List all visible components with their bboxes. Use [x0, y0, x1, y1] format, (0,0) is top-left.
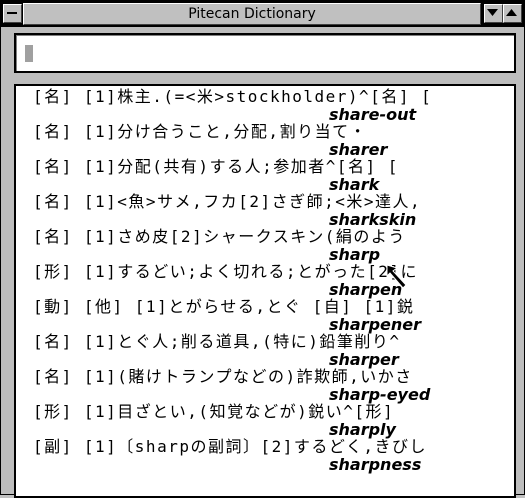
- entry-definition: [名] [1]分配(共有)する人;参加者^[名] [: [33, 157, 399, 176]
- list-item[interactable]: sharp [形] [1]するどい;よく切れる;とがった[2]に: [16, 245, 514, 286]
- system-menu-icon[interactable]: [3, 4, 22, 23]
- entry-headword: sharkskin: [329, 210, 417, 229]
- entry-headword: sharer: [329, 140, 388, 159]
- minimize-icon[interactable]: [484, 4, 503, 23]
- entry-headword: shark: [329, 175, 380, 194]
- list-item[interactable]: sharp-eyed [形] [1]目ざとい,(知覚などが)鋭い^[形]: [16, 385, 514, 426]
- entry-headword: sharpness: [329, 455, 422, 474]
- list-item[interactable]: share-out [名] [1]分け合うこと,分配,割り当て・: [16, 105, 514, 146]
- entry-definition: [名] [1](賭けトランプなどの)詐欺師,いかさ: [33, 367, 413, 386]
- entry-definition: [名] [1]さめ皮[2]シャークスキン(絹のよう: [33, 227, 406, 246]
- client-area: shareholder[名] [1]株主.(=<米>stockholder)^[…: [5, 29, 519, 498]
- mouse-pointer-icon: [386, 264, 407, 289]
- entry-headword: sharp-eyed: [329, 385, 431, 404]
- entry-headword: sharper: [329, 350, 399, 369]
- list-item[interactable]: sharpness: [16, 455, 514, 496]
- entry-definition: [副] [1]〔sharpの副詞〕[2]するどく,きびし: [33, 437, 428, 456]
- entry-definition: [名] [1]株主.(=<米>stockholder)^[名] [: [33, 87, 433, 106]
- entry-definition: [動] [他] [1]とがらせる,とぐ [自] [1]鋭: [33, 297, 415, 316]
- entry-definition: [形] [1]するどい;よく切れる;とがった[2]に: [33, 262, 418, 281]
- list-item[interactable]: sharply [副] [1]〔sharpの副詞〕[2]するどく,きびし: [16, 420, 514, 461]
- entry-definition: [名] [1]<魚>サメ,フカ[2]さぎ師;<米>達人,: [33, 192, 422, 211]
- results-list[interactable]: shareholder[名] [1]株主.(=<米>stockholder)^[…: [14, 84, 516, 498]
- list-item[interactable]: sharpen [動] [他] [1]とがらせる,とぐ [自] [1]鋭: [16, 281, 514, 321]
- window-title: Pitecan Dictionary: [23, 3, 481, 25]
- maximize-icon[interactable]: [503, 4, 522, 23]
- title-bar[interactable]: Pitecan Dictionary: [1, 1, 524, 27]
- text-cursor: [25, 45, 33, 62]
- list-item[interactable]: sharer [名] [1]分配(共有)する人;参加者^[名] [: [16, 140, 514, 181]
- list-item[interactable]: shark [名] [1]<魚>サメ,フカ[2]さぎ師;<米>達人,: [16, 175, 514, 216]
- list-item[interactable]: sharper [名] [1](賭けトランプなどの)詐欺師,いかさ: [16, 350, 514, 391]
- entry-definition: [名] [1]分け合うこと,分配,割り当て・: [33, 122, 368, 141]
- entry-headword: sharply: [329, 420, 396, 439]
- entry-definition: [名] [1]とぐ人;削る道具,(特に)鉛筆削り^: [33, 332, 401, 351]
- entry-headword: sharp: [329, 245, 381, 264]
- entry-definition: [形] [1]目ざとい,(知覚などが)鋭い^[形]: [33, 402, 395, 421]
- entry-headword: share-out: [329, 105, 417, 124]
- entry-headword: sharpener: [329, 315, 422, 334]
- app-window: Pitecan Dictionary shareholder[名] [1]株主.…: [0, 0, 525, 498]
- list-item[interactable]: sharpener [名] [1]とぐ人;削る道具,(特に)鉛筆削り^: [16, 315, 514, 356]
- search-input[interactable]: [14, 33, 516, 73]
- list-item[interactable]: sharkskin [名] [1]さめ皮[2]シャークスキン(絹のよう: [16, 210, 514, 251]
